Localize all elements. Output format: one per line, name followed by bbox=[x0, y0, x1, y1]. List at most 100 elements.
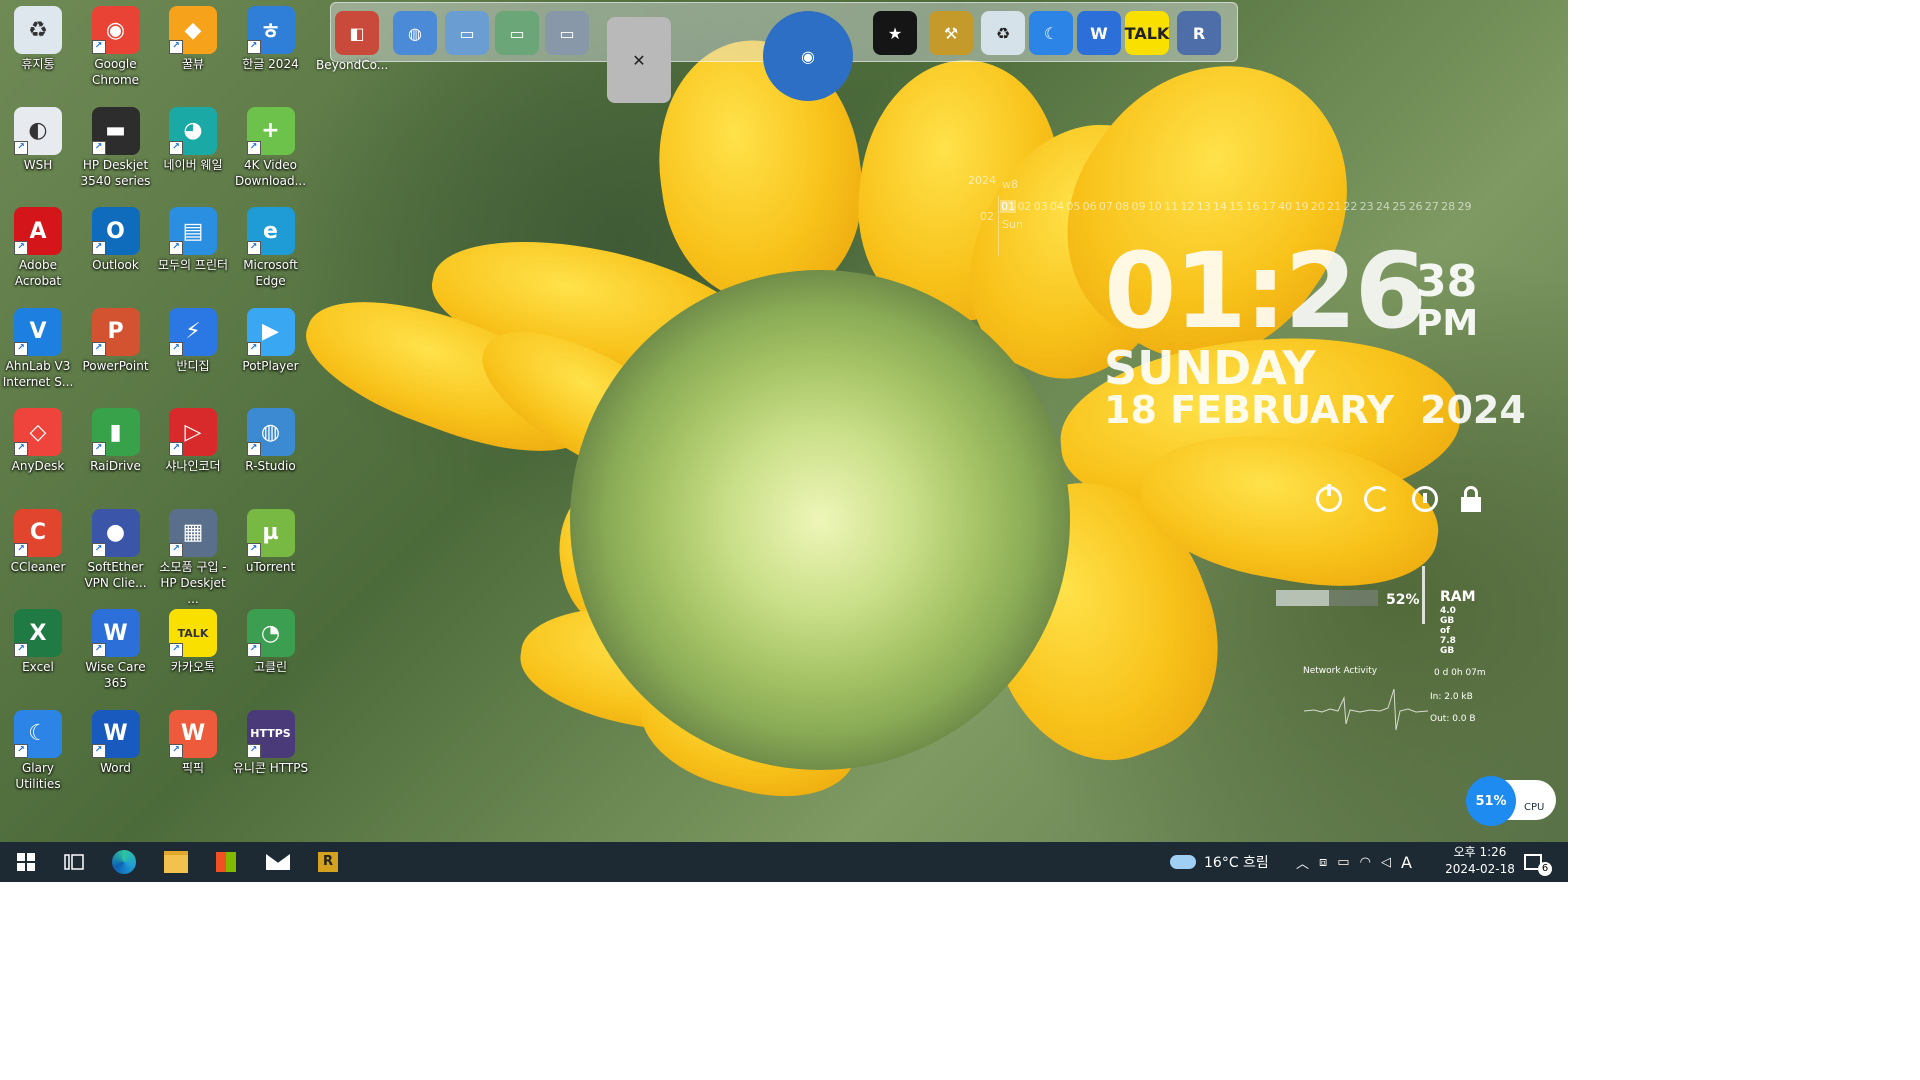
ggulbyu-icon: ◆ ↗ bbox=[169, 6, 217, 54]
desktop-icon-hangul[interactable]: ㅎ ↗ 한글 2024 bbox=[233, 0, 309, 96]
shortcut-arrow-icon: ↗ bbox=[14, 241, 28, 255]
taskbar: R 16°C 흐림 ︿ ⧈ ▭ ◠ ◁ A 오후 1:26 2024-02-18… bbox=[0, 842, 1568, 882]
calendar-day: 21 bbox=[1327, 200, 1342, 213]
cloud-icon bbox=[1170, 855, 1196, 869]
restart-icon[interactable] bbox=[1364, 486, 1390, 512]
edge-icon: e ↗ bbox=[246, 207, 295, 255]
taskbar-store[interactable] bbox=[208, 848, 244, 876]
desktop-icon-label: 4K Video Download... bbox=[234, 157, 307, 188]
dock-recycle-dock-icon[interactable]: ♻ bbox=[981, 11, 1025, 55]
desktop-icon-word[interactable]: W ↗ Word bbox=[78, 704, 154, 800]
logoff-icon[interactable] bbox=[1412, 486, 1438, 512]
dock-wisecare-dock-icon[interactable]: W bbox=[1077, 11, 1121, 55]
desktop-icon-glary[interactable]: ☾ ↗ Glary Utilities bbox=[0, 704, 76, 800]
ram-percent: 52% bbox=[1386, 592, 1420, 608]
desktop-icon-powerpoint[interactable]: P ↗ PowerPoint bbox=[78, 302, 154, 398]
desktop-icon-hp-deskjet[interactable]: ▬ ↗ HP Deskjet 3540 series bbox=[78, 101, 154, 197]
hp-purchase-icon: ▦ ↗ bbox=[169, 508, 217, 557]
desktop-icon-potplayer[interactable]: ▶ ↗ PotPlayer bbox=[233, 302, 309, 398]
desktop-icon-label: SoftEther VPN Clie... bbox=[84, 559, 147, 590]
desktop-icon-utorrent[interactable]: µ ↗ uTorrent bbox=[233, 503, 309, 599]
dock-kakaotalk-dock-icon[interactable]: TALK bbox=[1125, 11, 1169, 55]
chevron-up-icon[interactable]: ︿ bbox=[1296, 853, 1309, 872]
excel-icon: X ↗ bbox=[14, 609, 62, 657]
shortcut-arrow-icon: ↗ bbox=[246, 442, 261, 456]
word-icon: W ↗ bbox=[91, 709, 140, 758]
start-button[interactable] bbox=[8, 848, 44, 876]
naver-whale-icon: ◕ ↗ bbox=[169, 106, 217, 155]
desktop-icon-hp-purchase[interactable]: ▦ ↗ 소모품 구입 - HP Deskjet ... bbox=[155, 503, 231, 606]
dock-rstudio-dock-icon[interactable]: R bbox=[1177, 11, 1221, 55]
shortcut-arrow-icon: ↗ bbox=[246, 140, 261, 155]
desktop-icon-chrome[interactable]: ◉ ↗ Google Chrome bbox=[78, 0, 154, 96]
desktop-icon-excel[interactable]: X ↗ Excel bbox=[0, 603, 76, 699]
desktop-icon-shana[interactable]: ▷ ↗ 샤나인코더 bbox=[155, 402, 231, 498]
desktop-icon-ggulbyu[interactable]: ◆ ↗ 꿀뷰 bbox=[155, 0, 231, 96]
taskbar-mail[interactable] bbox=[260, 848, 296, 876]
clock-seconds: 38 bbox=[1416, 256, 1478, 307]
dock-beyondcompare-icon[interactable]: ◧ bbox=[335, 11, 379, 55]
task-view-icon bbox=[64, 854, 84, 870]
wifi-icon[interactable]: ◠ bbox=[1360, 855, 1371, 870]
dock-caption: BeyondCo... bbox=[316, 58, 389, 72]
taskbar-date: 2024-02-18 bbox=[1445, 862, 1515, 876]
desktop-icon-anydesk[interactable]: ◇ ↗ AnyDesk bbox=[0, 402, 76, 498]
dock-folder-2-icon[interactable]: ▭ bbox=[495, 11, 539, 55]
desktop-icon-edge[interactable]: e ↗ Microsoft Edge bbox=[233, 201, 309, 297]
calendar-day: 10 bbox=[1147, 200, 1162, 213]
taskbar-rstudio[interactable]: R bbox=[310, 848, 346, 876]
dock-globe-tool-icon[interactable]: ◍ bbox=[393, 11, 437, 55]
dock-glary-dock-icon[interactable]: ☾ bbox=[1029, 11, 1073, 55]
desktop-icon-raidrive[interactable]: ▮ ↗ RaiDrive bbox=[78, 402, 154, 498]
dock-folder-3-icon[interactable]: ▭ bbox=[545, 11, 589, 55]
desktop-icon-wsh[interactable]: ◐ ↗ WSH bbox=[0, 101, 76, 197]
folder-icon bbox=[164, 851, 188, 873]
kakaotalk-icon: TALK ↗ bbox=[169, 609, 217, 657]
notification-center[interactable]: 6 bbox=[1524, 842, 1552, 882]
desktop-icon-outlook[interactable]: O ↗ Outlook bbox=[78, 201, 154, 297]
clock-time: 01:26 bbox=[1104, 230, 1427, 352]
desktop-icon-kakaotalk[interactable]: TALK ↗ 카카오톡 bbox=[155, 603, 231, 699]
shutdown-icon[interactable] bbox=[1316, 484, 1342, 512]
dock-hammer-icon[interactable]: ⚒ bbox=[929, 11, 973, 55]
desktop-icon-4k-video[interactable]: + ↗ 4K Video Download... bbox=[233, 101, 309, 197]
desktop-icon-rstudio[interactable]: ◍ ↗ R-Studio bbox=[233, 402, 309, 498]
desktop-icon-acrobat[interactable]: A ↗ Adobe Acrobat bbox=[0, 201, 76, 297]
ccleaner-icon: C ↗ bbox=[14, 508, 62, 557]
desktop-icon-label: 꿀뷰 bbox=[181, 57, 205, 71]
desktop-icon-goclean[interactable]: ◔ ↗ 고클린 bbox=[233, 603, 309, 699]
weather-widget[interactable]: 16°C 흐림 bbox=[1170, 842, 1269, 882]
taskbar-edge[interactable] bbox=[106, 848, 142, 876]
desktop-icon-softether[interactable]: ● ↗ SoftEther VPN Clie... bbox=[78, 503, 154, 599]
calendar-day: 06 bbox=[1082, 200, 1097, 213]
ime-indicator[interactable]: A bbox=[1401, 853, 1412, 872]
desktop-icon-modu-printer[interactable]: ▤ ↗ 모두의 프린터 bbox=[155, 201, 231, 297]
clock-year: 2024 bbox=[1420, 388, 1526, 432]
shortcut-arrow-icon: ↗ bbox=[246, 542, 261, 557]
desktop-icon-unicorn[interactable]: HTTPS ↗ 유니콘 HTTPS bbox=[233, 704, 309, 800]
taskbar-clock[interactable]: 오후 1:26 2024-02-18 bbox=[1440, 844, 1520, 878]
task-view-button[interactable] bbox=[56, 848, 92, 876]
desktop-icon-ccleaner[interactable]: C ↗ CCleaner bbox=[0, 503, 76, 599]
desktop-icon-recycle[interactable]: ♻ 휴지통 bbox=[0, 0, 76, 96]
dock-earth-icon[interactable]: ◉ bbox=[763, 11, 853, 101]
desktop-icon-wisecare[interactable]: W ↗ Wise Care 365 bbox=[78, 603, 154, 699]
dock-folder-1-icon[interactable]: ▭ bbox=[445, 11, 489, 55]
dock-tools-icon[interactable]: ✕ bbox=[607, 17, 671, 103]
desktop-icon-pikpik[interactable]: W ↗ 픽픽 bbox=[155, 704, 231, 800]
shortcut-arrow-icon: ↗ bbox=[14, 341, 28, 356]
lock-icon[interactable] bbox=[1460, 486, 1482, 512]
calendar-day: 03 bbox=[1033, 200, 1048, 213]
battery-icon[interactable]: ▭ bbox=[1337, 855, 1349, 870]
camera-icon[interactable]: ⧈ bbox=[1319, 855, 1327, 870]
desktop-icon-bandizip[interactable]: ⚡ ↗ 반디집 bbox=[155, 302, 231, 398]
taskbar-file-explorer[interactable] bbox=[158, 848, 194, 876]
desktop-icon-label: RaiDrive bbox=[90, 459, 141, 473]
desktop-icon-ahnlab[interactable]: V ↗ AhnLab V3 Internet S... bbox=[0, 302, 76, 398]
volume-icon[interactable]: ◁ bbox=[1381, 855, 1391, 870]
calendar-day: 16 bbox=[1245, 200, 1260, 213]
ram-used: 4.0 GB bbox=[1440, 606, 1456, 626]
desktop-icon-naver-whale[interactable]: ◕ ↗ 네이버 웨일 bbox=[155, 101, 231, 197]
dock-tshirt-icon[interactable]: ★ bbox=[873, 11, 917, 55]
shana-icon: ▷ ↗ bbox=[169, 408, 217, 456]
